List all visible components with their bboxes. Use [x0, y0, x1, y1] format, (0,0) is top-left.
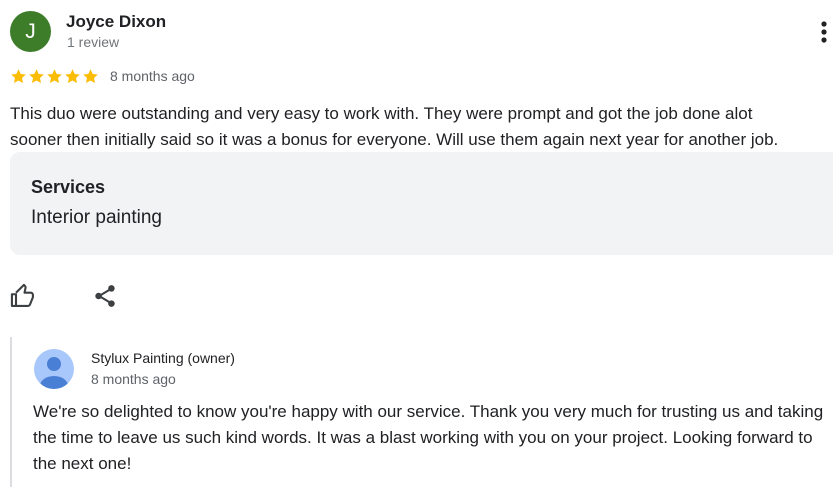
owner-avatar [33, 348, 75, 390]
star-icon [11, 68, 26, 83]
owner-reply: Stylux Painting (owner) 8 months ago We'… [10, 337, 833, 487]
share-button[interactable] [91, 282, 119, 310]
review-header: J Joyce Dixon 1 review [10, 11, 833, 53]
star-rating [10, 68, 99, 85]
services-value: Interior painting [31, 207, 162, 228]
more-options-button[interactable] [819, 21, 829, 43]
thumb-up-icon [10, 283, 34, 307]
star-icon [83, 68, 98, 83]
reviewer-name[interactable]: Joyce Dixon [66, 12, 166, 32]
review-text-line: This duo were outstanding and very easy … [10, 104, 753, 123]
share-icon [95, 285, 115, 307]
owner-reply-text: We're so delighted to know you're happy … [33, 402, 824, 473]
star-icon [47, 68, 62, 83]
more-vert-icon [821, 21, 827, 43]
review-date: 8 months ago [110, 68, 195, 84]
review-text-line: sooner then initially said so it was a b… [10, 130, 779, 149]
like-button[interactable] [9, 282, 37, 310]
reviewer-avatar[interactable]: J [10, 11, 51, 52]
star-icon [65, 68, 80, 83]
star-icon [29, 68, 44, 83]
services-box: Services Interior painting [10, 152, 833, 255]
person-avatar-icon [34, 349, 74, 389]
review-text: This duo were outstanding and very easy … [10, 101, 833, 153]
owner-name[interactable]: Stylux Painting (owner) [91, 350, 235, 366]
services-heading: Services [31, 177, 106, 197]
rating-row: 8 months ago [10, 66, 195, 86]
reviewer-review-count: 1 review [67, 34, 120, 50]
owner-reply-date: 8 months ago [91, 371, 176, 387]
